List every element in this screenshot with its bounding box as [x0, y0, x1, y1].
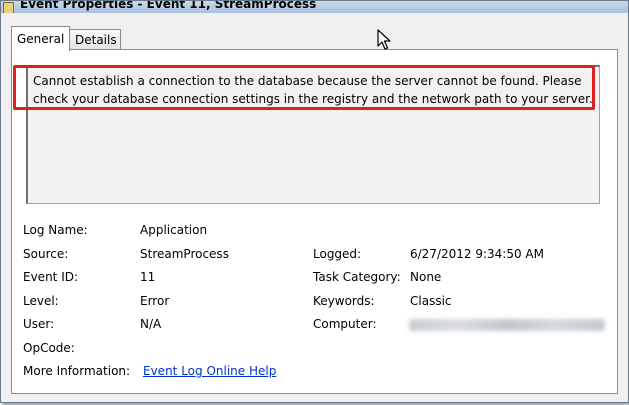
keywords-value: Classic	[410, 294, 452, 308]
log-name-value: Application	[140, 223, 208, 237]
user-value: N/A	[140, 317, 162, 331]
tab-details[interactable]: Details	[69, 29, 121, 50]
window-title: Event Properties - Event 11, StreamProce…	[20, 1, 317, 11]
computer-value-redacted	[409, 319, 605, 331]
description-text: Cannot establish a connection to the dat…	[33, 74, 593, 106]
title-bar[interactable]: Event Properties - Event 11, StreamProce…	[1, 1, 628, 13]
keywords-label: Keywords:	[313, 294, 375, 308]
event-viewer-icon	[3, 2, 14, 13]
computer-label: Computer:	[313, 317, 377, 331]
logged-value: 6/27/2012 9:34:50 AM	[410, 247, 544, 261]
opcode-label: OpCode:	[23, 341, 75, 355]
event-id-label: Event ID:	[23, 270, 79, 284]
level-value: Error	[140, 294, 170, 308]
level-label: Level:	[23, 294, 59, 308]
event-id-value: 11	[140, 270, 156, 284]
tab-general[interactable]: General	[11, 26, 70, 51]
source-value: StreamProcess	[140, 247, 229, 261]
description-box[interactable]: Cannot establish a connection to the dat…	[26, 65, 600, 204]
log-name-label: Log Name:	[23, 223, 88, 237]
user-label: User:	[23, 317, 55, 331]
mouse-cursor-icon	[377, 29, 391, 50]
event-properties-window: Event Properties - Event 11, StreamProce…	[0, 0, 629, 403]
general-panel: Cannot establish a connection to the dat…	[11, 49, 618, 394]
tab-strip: General Details	[11, 26, 611, 51]
task-category-value: None	[410, 270, 442, 284]
source-label: Source:	[23, 247, 69, 261]
logged-label: Logged:	[313, 247, 362, 261]
event-log-online-help-link[interactable]: Event Log Online Help	[143, 364, 276, 379]
more-info-label: More Information:	[23, 364, 131, 378]
task-category-label: Task Category:	[313, 270, 401, 284]
